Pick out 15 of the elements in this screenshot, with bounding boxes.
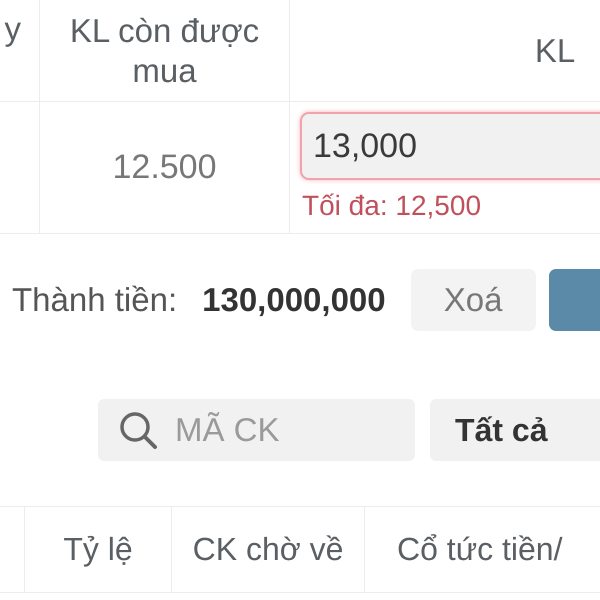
- total-label: Thành tiền:: [12, 281, 178, 319]
- filter-dropdown[interactable]: Tất cả: [430, 399, 600, 461]
- column-header: KL: [534, 32, 576, 70]
- column-header: y: [4, 10, 21, 48]
- delete-button[interactable]: Xoá: [410, 269, 536, 331]
- column-header: Cổ tức tiền/: [397, 531, 562, 568]
- column-header: CK chờ về: [192, 531, 344, 568]
- column-header: Tỷ lệ: [63, 531, 133, 568]
- total-value: 130,000,000: [202, 281, 386, 319]
- column-header: KL còn được mua: [68, 10, 260, 90]
- search-icon: [118, 410, 158, 450]
- table-cell: 12.500: [112, 148, 216, 187]
- quantity-input[interactable]: 13,000: [300, 112, 600, 180]
- search-field[interactable]: MÃ CK: [98, 399, 415, 461]
- error-text: Tối đa: 12,500: [301, 190, 482, 222]
